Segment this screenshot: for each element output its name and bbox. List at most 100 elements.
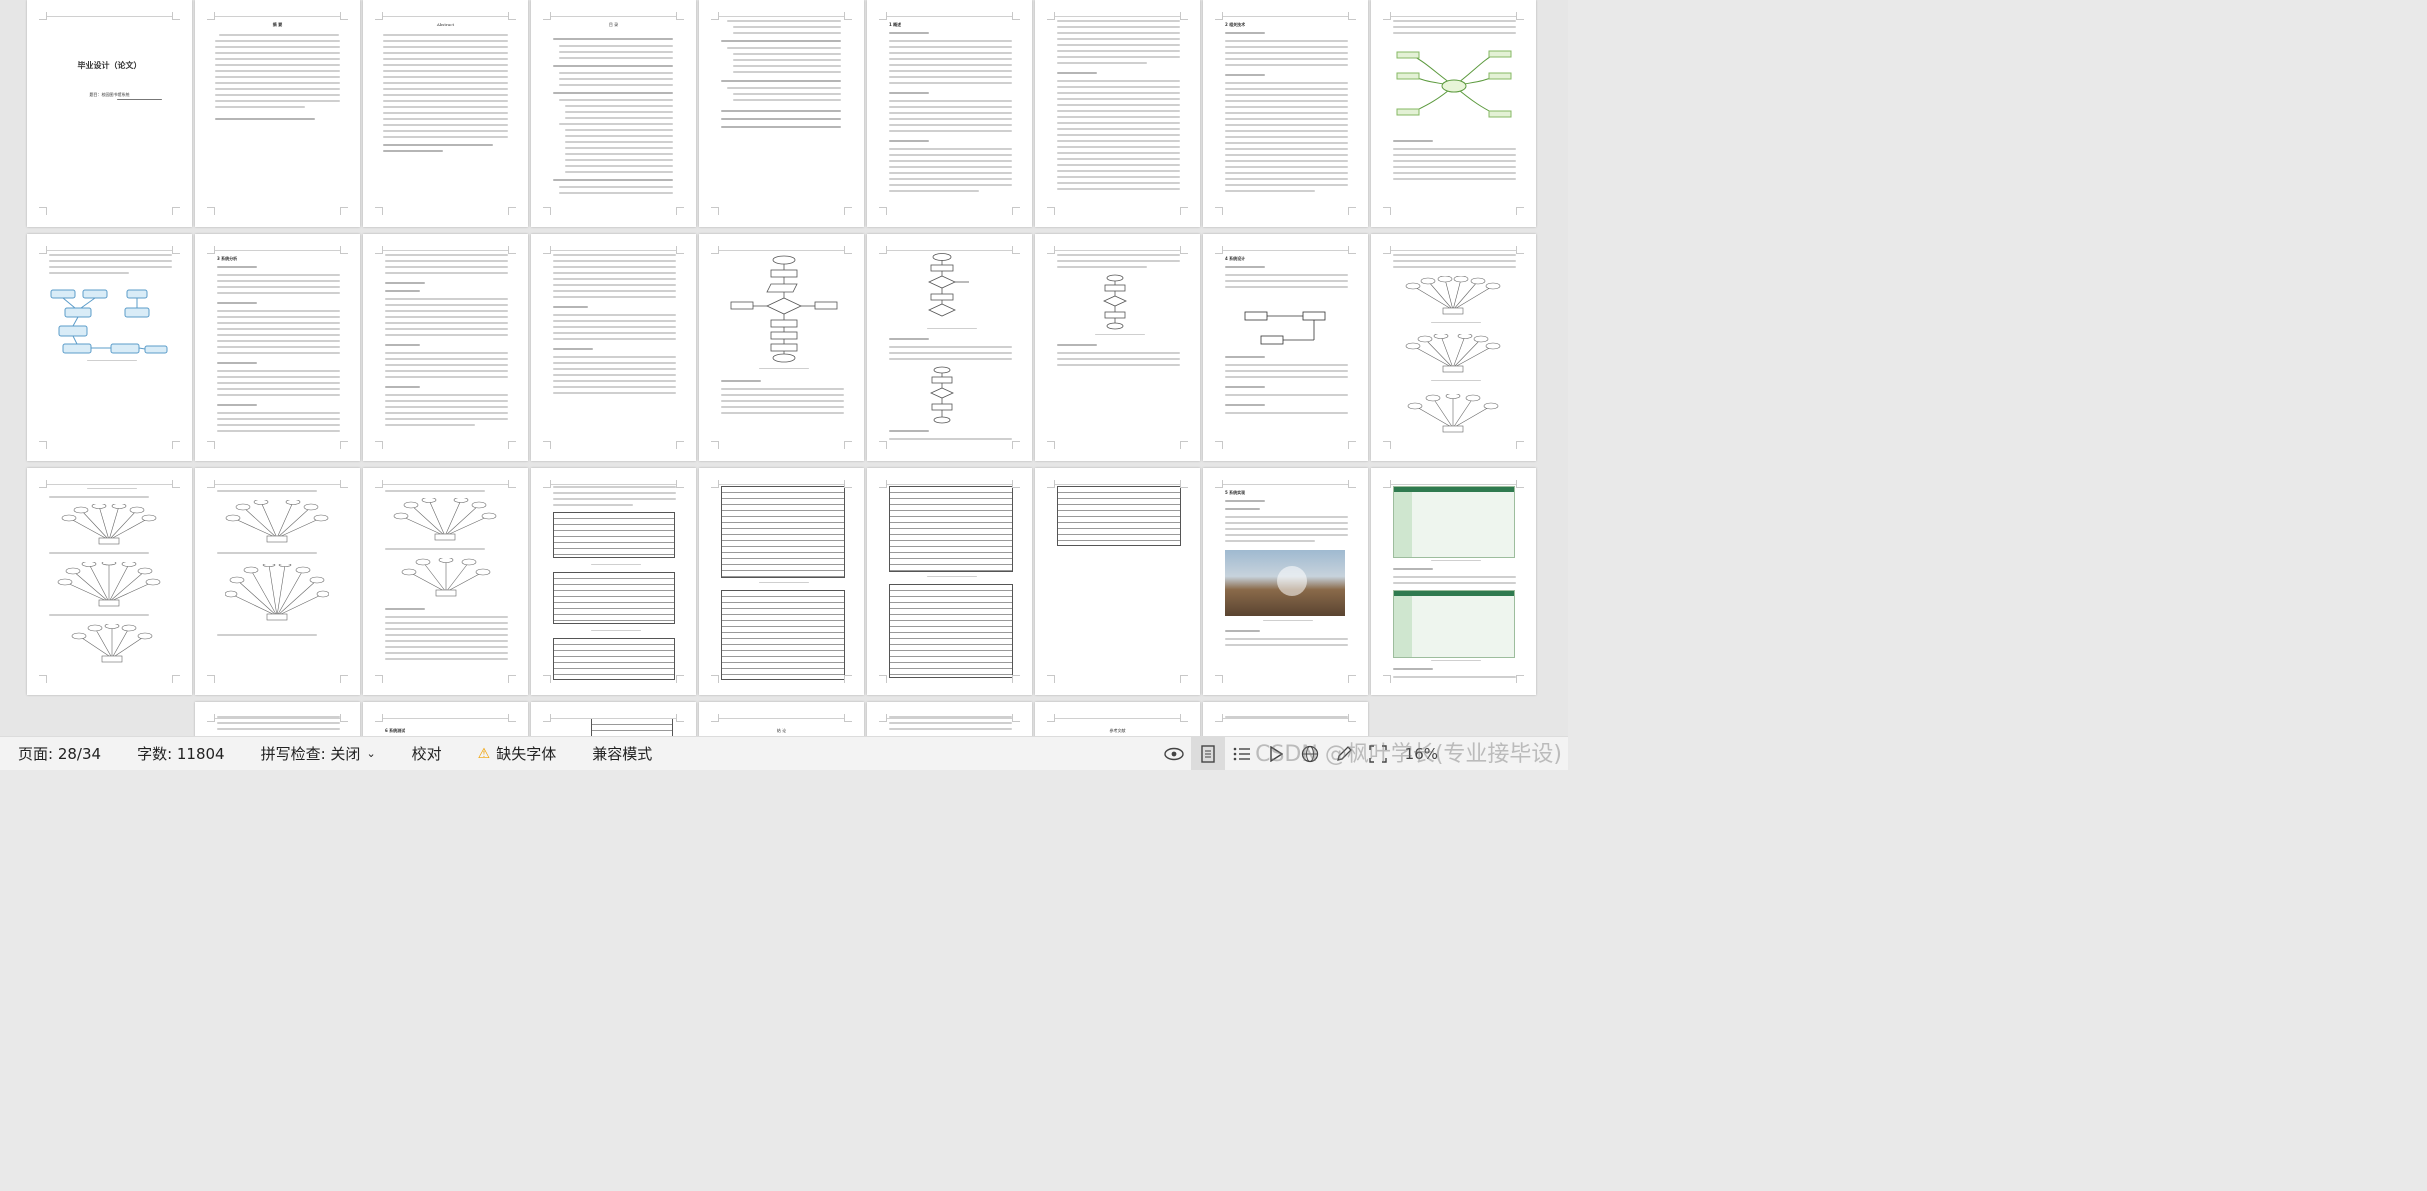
crop-mark [543,12,551,20]
web-screenshot-1 [1393,486,1515,558]
crop-mark [39,480,47,488]
crop-mark [844,480,852,488]
crop-mark [207,480,215,488]
page-11-chapter3[interactable]: 3 系统分析 [195,234,360,461]
er-diagram-6 [71,624,153,663]
crop-mark [375,480,383,488]
compat-mode-label[interactable]: 兼容模式 [574,743,670,764]
page-21-er-fans[interactable] [363,468,528,695]
cover-subtitle: 题目：校园图书馆系统 [89,92,130,97]
er-diagram-8 [225,564,329,621]
page-1-cover[interactable]: 毕业设计（论文） 题目：校园图书馆系统 [27,0,192,227]
page-24-tables[interactable] [867,468,1032,695]
crop-mark [1180,441,1188,449]
page-14-flowchart[interactable] [699,234,864,461]
page-3-abstract-en[interactable]: Abstract [363,0,528,227]
crop-mark [879,12,887,20]
page-30[interactable] [531,702,696,736]
crop-mark [1180,714,1188,722]
db-table-6 [889,486,1013,572]
page-22-tables[interactable] [531,468,696,695]
crop-mark [1180,12,1188,20]
page-32[interactable] [867,702,1032,736]
missing-fonts-label: 缺失字体 [496,745,557,763]
crop-mark [711,480,719,488]
proofread-button[interactable]: 校对 [394,743,460,764]
page-10[interactable] [27,234,192,461]
crop-mark [207,714,215,722]
page-20-er-fans[interactable] [195,468,360,695]
crop-mark [844,441,852,449]
crop-mark [844,12,852,20]
spell-check-label: 拼写检查: 关闭 [260,745,361,763]
crop-mark [1012,675,1020,683]
crop-mark [1012,207,1020,215]
page-7[interactable] [1035,0,1200,227]
crop-mark [879,441,887,449]
chapter2-heading: 2 相关技术 [1225,22,1246,27]
page-indicator[interactable]: 页面: 28/34 [0,743,119,764]
spell-check-toggle[interactable]: 拼写检查: 关闭 ⌄ [243,743,394,764]
page-12[interactable] [363,234,528,461]
crop-mark [1383,675,1391,683]
page-header-rule [215,16,340,17]
page-15-flowchart[interactable] [867,234,1032,461]
page-13[interactable] [531,234,696,461]
db-table-7 [889,584,1013,678]
crop-mark [340,480,348,488]
word-count[interactable]: 字数: 11804 [119,743,243,764]
crop-mark [172,246,180,254]
page-header-rule [383,484,508,485]
page-17-chapter4[interactable]: 4 系统设计 [1203,234,1368,461]
crop-mark [1012,12,1020,20]
crop-mark [879,480,887,488]
crop-mark [1047,714,1055,722]
page-27-screenshots[interactable] [1371,468,1536,695]
crop-mark [1012,480,1020,488]
eye-icon[interactable] [1157,737,1191,770]
page-23-tables[interactable] [699,468,864,695]
crop-mark [1516,480,1524,488]
missing-fonts-button[interactable]: ⚠ 缺失字体 [460,743,575,764]
page-31-conclusion[interactable]: 结 论 [699,702,864,736]
crop-mark [1012,714,1020,722]
page-19-er-fans[interactable] [27,468,192,695]
crop-mark [1047,480,1055,488]
page-header-rule [1391,484,1516,485]
er-diagram-2 [1405,334,1501,373]
page-view-icon[interactable] [1190,737,1225,770]
crop-mark [879,246,887,254]
page-header-rule [551,484,676,485]
page-25-tables[interactable] [1035,468,1200,695]
warning-icon: ⚠ [477,745,491,762]
page-4-toc[interactable]: 目 录 [531,0,696,227]
crop-mark [1215,714,1223,722]
chapter5-heading: 5 系统实现 [1225,490,1246,495]
outline-icon[interactable] [1225,737,1259,770]
references-heading: 参考文献 [1109,728,1126,733]
crop-mark [172,675,180,683]
page-18-er-fans[interactable] [1371,234,1536,461]
page-5-toc-cont[interactable] [699,0,864,227]
page-header-rule [551,718,676,719]
crop-mark [1348,246,1356,254]
crop-mark [375,675,383,683]
page-6-chapter1[interactable]: 1 概述 [867,0,1032,227]
chapter3-heading: 3 系统分析 [217,256,238,261]
document-canvas[interactable]: 毕业设计（论文） 题目：校园图书馆系统 摘 要 Abstract 目 录 1 概… [0,0,1568,736]
page-34[interactable] [1203,702,1368,736]
page-9-mindmap[interactable] [1371,0,1536,227]
page-16[interactable] [1035,234,1200,461]
page-33-references[interactable]: 参考文献 [1035,702,1200,736]
crop-mark [375,714,383,722]
page-28[interactable] [195,702,360,736]
crop-mark [844,714,852,722]
page-header-rule [719,484,844,485]
page-29-chapter6[interactable]: 6 系统测试 [363,702,528,736]
page-8-chapter2[interactable]: 2 相关技术 [1203,0,1368,227]
chevron-down-icon: ⌄ [366,747,376,760]
crop-mark [1215,12,1223,20]
page-2-abstract-cn[interactable]: 摘 要 [195,0,360,227]
crop-mark [676,714,684,722]
page-26-chapter5[interactable]: 5 系统实现 [1203,468,1368,695]
